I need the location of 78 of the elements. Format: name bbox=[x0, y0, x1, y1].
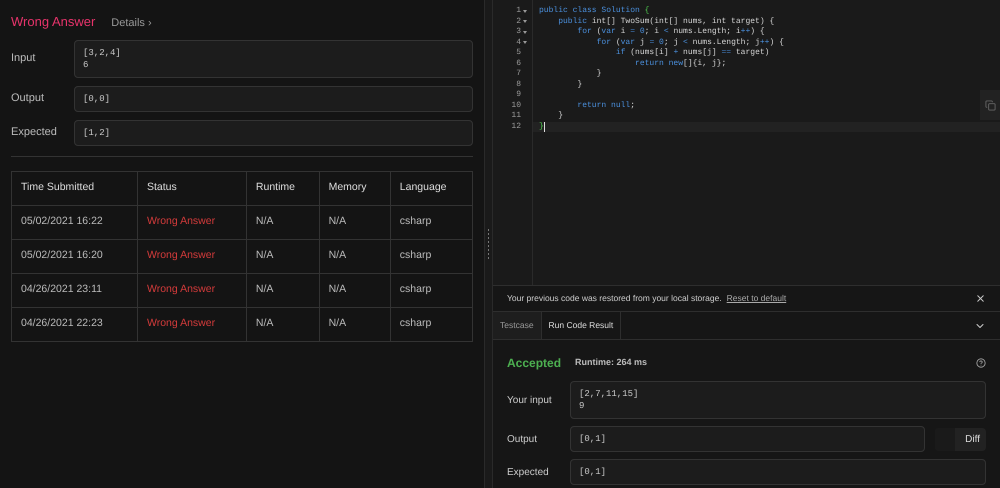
column-header: Memory bbox=[319, 171, 390, 205]
line-number: 8 bbox=[516, 80, 521, 90]
table-cell: 05/02/2021 16:20 bbox=[12, 239, 138, 273]
status-link[interactable]: Wrong Answer bbox=[138, 307, 246, 341]
line-number: 5 bbox=[516, 48, 521, 58]
code-line: for (var i = 0; i < nums.Length; i++) { bbox=[576, 27, 765, 38]
copy-icon bbox=[984, 100, 996, 110]
table-cell: csharp bbox=[390, 273, 472, 307]
line-number: 2 bbox=[516, 16, 521, 27]
table-cell: N/A bbox=[246, 205, 320, 239]
column-header: Language bbox=[390, 171, 472, 205]
table-cell: csharp bbox=[390, 307, 472, 341]
text-cursor bbox=[544, 122, 545, 132]
details-link[interactable]: Details › bbox=[111, 15, 152, 32]
table-cell: 05/02/2021 16:22 bbox=[12, 205, 138, 239]
line-number: 4 bbox=[516, 38, 521, 48]
column-header: Time Submitted bbox=[12, 171, 138, 205]
value-field: [0,1] bbox=[570, 459, 986, 485]
table-cell: 04/26/2021 22:23 bbox=[12, 307, 138, 341]
copy-button[interactable] bbox=[980, 90, 1000, 120]
table-cell: N/A bbox=[319, 273, 390, 307]
fold-arrow-icon[interactable] bbox=[523, 41, 527, 44]
resize-handle[interactable] bbox=[484, 0, 493, 488]
table-cell: N/A bbox=[246, 239, 320, 273]
table-cell: N/A bbox=[319, 307, 390, 341]
value-field: [2,7,11,15] 9 bbox=[570, 381, 986, 419]
field-label: Expected bbox=[11, 125, 58, 140]
line-number: 12 bbox=[511, 122, 521, 132]
code-line: for (var j = 0; j < nums.Length; j++) { bbox=[596, 38, 784, 48]
value-field: [0,0] bbox=[74, 86, 473, 112]
table-cell: csharp bbox=[390, 239, 472, 273]
table-cell: N/A bbox=[246, 307, 320, 341]
line-number: 1 bbox=[516, 6, 521, 16]
code-line: } bbox=[596, 69, 602, 80]
verdict-title: Wrong Answer bbox=[11, 13, 96, 31]
fold-arrow-icon[interactable] bbox=[523, 10, 527, 13]
field-label: Output bbox=[507, 432, 538, 446]
column-header: Runtime bbox=[246, 171, 320, 205]
reset-link[interactable]: Reset to default bbox=[726, 292, 786, 305]
field-label: Expected bbox=[507, 466, 550, 480]
line-number: 3 bbox=[516, 27, 521, 38]
field-label: Input bbox=[11, 51, 36, 66]
fold-arrow-icon[interactable] bbox=[523, 30, 527, 34]
status-link[interactable]: Wrong Answer bbox=[138, 205, 246, 239]
code-line: } bbox=[576, 80, 582, 90]
table-cell: N/A bbox=[319, 239, 390, 273]
table-cell: 04/26/2021 23:11 bbox=[12, 273, 138, 307]
table-cell: csharp bbox=[390, 205, 472, 239]
field-label: Output bbox=[11, 91, 46, 106]
column-header: Status bbox=[138, 171, 246, 205]
value-field: [3,2,4] 6 bbox=[74, 40, 473, 78]
status-link[interactable]: Wrong Answer bbox=[138, 273, 246, 307]
line-number: 11 bbox=[511, 111, 521, 122]
code-line: return null; bbox=[576, 100, 636, 111]
code-line: if (nums[i] + nums[j] == target) bbox=[614, 48, 770, 58]
notice-text: Your previous code was restored from your local storage. bbox=[507, 292, 722, 305]
runtime-text: Runtime: 264 ms bbox=[575, 356, 648, 370]
code-line: public int[] TwoSum(int[] nums, int target) { bbox=[557, 16, 774, 27]
field-label: Your input bbox=[507, 394, 553, 408]
code-line: } bbox=[539, 122, 544, 132]
diff-toggle[interactable]: Diff bbox=[935, 428, 986, 450]
tab[interactable]: Testcase bbox=[493, 312, 542, 339]
help-icon[interactable] bbox=[976, 358, 986, 368]
status-link[interactable]: Wrong Answer bbox=[138, 239, 246, 273]
accepted-status: Accepted bbox=[507, 355, 562, 372]
value-field: [0,1] bbox=[570, 426, 925, 452]
line-number: 9 bbox=[516, 90, 521, 100]
table-cell: N/A bbox=[246, 273, 320, 307]
code-line: return new[]{i, j}; bbox=[634, 58, 726, 69]
fold-arrow-icon[interactable] bbox=[523, 20, 527, 24]
table-cell: N/A bbox=[319, 205, 390, 239]
close-icon[interactable] bbox=[975, 293, 986, 304]
value-field: [1,2] bbox=[74, 120, 473, 146]
code-line: } bbox=[557, 111, 564, 122]
line-number: 10 bbox=[511, 100, 521, 111]
code-line: public class Solution { bbox=[539, 6, 650, 16]
line-number: 6 bbox=[516, 58, 521, 69]
line-number: 7 bbox=[516, 69, 521, 80]
